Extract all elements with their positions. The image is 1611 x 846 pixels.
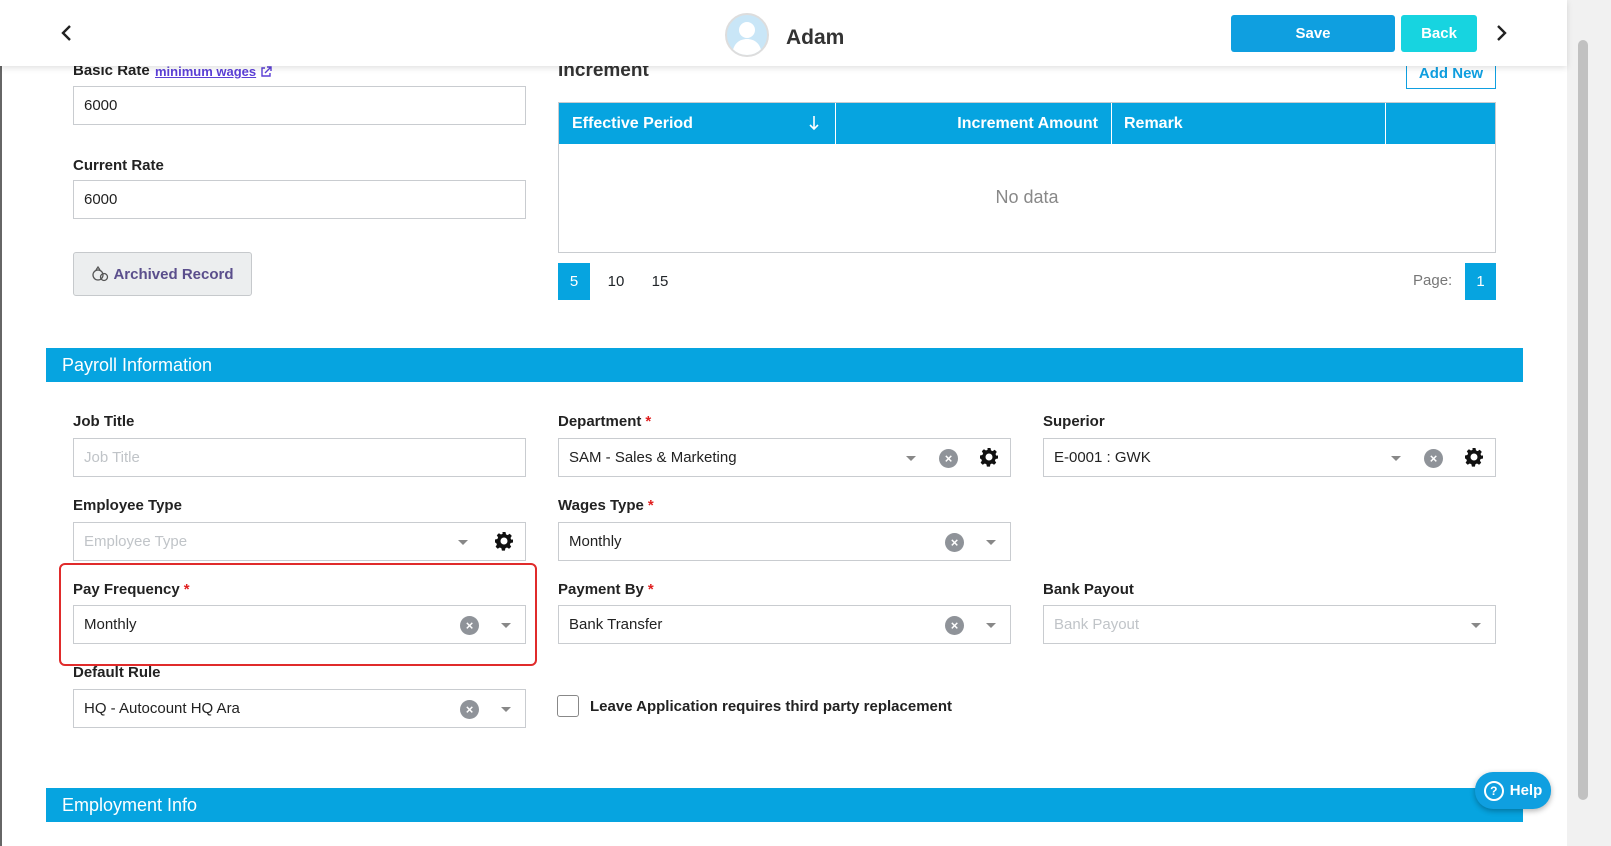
job-title-placeholder: Job Title <box>84 449 140 466</box>
superior-label: Superior <box>1043 413 1105 430</box>
scrollbar-thumb[interactable] <box>1578 40 1588 800</box>
archived-record-label: Archived Record <box>113 265 234 283</box>
current-rate-input[interactable]: 6000 <box>73 180 526 219</box>
payment-by-value: Bank Transfer <box>569 616 663 633</box>
bank-payout-placeholder: Bank Payout <box>1054 616 1140 633</box>
default-rule-select[interactable]: HQ - Autocount HQ Ara × <box>73 689 526 728</box>
archive-icon <box>92 265 109 282</box>
increment-table: Effective Period Increment Amount Remark… <box>558 102 1496 253</box>
user-name: Adam <box>786 26 845 49</box>
employee-type-select[interactable]: Employee Type <box>73 522 526 561</box>
chevron-down-icon[interactable] <box>1391 456 1401 461</box>
wages-type-label-text: Wages Type <box>558 497 644 514</box>
chevron-down-icon[interactable] <box>501 707 511 712</box>
chevron-down-icon[interactable] <box>986 623 996 628</box>
question-icon: ? <box>1483 780 1504 801</box>
chevron-down-icon[interactable] <box>1471 623 1481 628</box>
basic-rate-value: 6000 <box>84 97 118 114</box>
leave-replacement-checkbox[interactable] <box>557 695 579 717</box>
job-title-input[interactable]: Job Title <box>73 438 526 477</box>
column-remark[interactable]: Remark <box>1112 103 1386 144</box>
payment-by-label: Payment By * <box>558 581 654 598</box>
leave-replacement-option[interactable]: Leave Application requires third party r… <box>557 695 952 717</box>
column-remark-label: Remark <box>1124 114 1183 132</box>
gear-icon[interactable] <box>494 531 514 551</box>
bank-payout-label: Bank Payout <box>1043 581 1134 598</box>
payroll-information-header: Payroll Information <box>46 348 1523 382</box>
chevron-right-icon[interactable] <box>1487 19 1515 47</box>
table-header: Effective Period Increment Amount Remark <box>559 103 1495 144</box>
page-number-1[interactable]: 1 <box>1465 263 1496 300</box>
chevron-left-icon[interactable] <box>53 19 81 47</box>
column-effective-period-label: Effective Period <box>572 114 693 132</box>
wages-type-label: Wages Type * <box>558 497 654 514</box>
gear-icon[interactable] <box>979 447 999 467</box>
column-effective-period[interactable]: Effective Period <box>559 103 836 144</box>
required-mark: * <box>647 581 654 598</box>
archived-record-button[interactable]: Archived Record <box>73 252 252 296</box>
top-bar: Adam Save Back <box>0 0 1567 66</box>
avatar <box>725 13 769 57</box>
sort-arrow-down-icon[interactable] <box>809 115 819 131</box>
default-rule-value: HQ - Autocount HQ Ara <box>84 700 240 717</box>
save-button[interactable]: Save <box>1231 15 1395 52</box>
wages-type-select[interactable]: Monthly × <box>558 522 1011 561</box>
employee-type-placeholder: Employee Type <box>84 533 188 550</box>
department-value: SAM - Sales & Marketing <box>569 449 737 466</box>
superior-value: E-0001 : GWK <box>1054 449 1151 466</box>
current-rate-label: Current Rate <box>73 157 164 174</box>
clear-icon[interactable]: × <box>1424 449 1443 468</box>
department-select[interactable]: SAM - Sales & Marketing × <box>558 438 1011 477</box>
minimum-wages-text[interactable]: minimum wages <box>155 64 256 79</box>
page-size-10[interactable]: 10 <box>600 263 632 300</box>
bank-payout-select[interactable]: Bank Payout <box>1043 605 1496 644</box>
column-increment-amount-label: Increment Amount <box>957 114 1098 132</box>
highlight-box <box>59 563 537 666</box>
required-mark: * <box>645 413 652 430</box>
external-link-icon <box>261 65 272 77</box>
back-button[interactable]: Back <box>1401 15 1477 52</box>
employee-type-label: Employee Type <box>73 497 182 514</box>
page-label: Page: <box>1413 272 1453 289</box>
basic-rate-input[interactable]: 6000 <box>73 86 526 125</box>
payment-by-select[interactable]: Bank Transfer × <box>558 605 1011 644</box>
column-increment-amount[interactable]: Increment Amount <box>836 103 1112 144</box>
clear-icon[interactable]: × <box>939 449 958 468</box>
scrollbar-track[interactable] <box>1567 0 1611 846</box>
column-actions <box>1386 103 1495 144</box>
help-label: Help <box>1509 782 1543 799</box>
minimum-wages-link[interactable]: minimum wages <box>155 64 272 79</box>
wages-type-value: Monthly <box>569 533 622 550</box>
leave-replacement-label: Leave Application requires third party r… <box>590 697 953 715</box>
help-button[interactable]: ? Help <box>1475 772 1551 809</box>
chevron-down-icon[interactable] <box>906 456 916 461</box>
page-size-15[interactable]: 15 <box>644 263 676 300</box>
payment-by-label-text: Payment By <box>558 581 644 598</box>
job-title-label: Job Title <box>73 413 135 430</box>
employment-info-title: Employment Info <box>62 794 198 815</box>
current-rate-value: 6000 <box>84 191 118 208</box>
clear-icon[interactable]: × <box>945 616 964 635</box>
clear-icon[interactable]: × <box>460 700 479 719</box>
superior-select[interactable]: E-0001 : GWK × <box>1043 438 1496 477</box>
department-label-text: Department <box>558 413 642 430</box>
payroll-information-title: Payroll Information <box>62 354 213 375</box>
page-size-5[interactable]: 5 <box>558 263 590 300</box>
chevron-down-icon[interactable] <box>458 540 468 545</box>
department-label: Department * <box>558 413 651 430</box>
default-rule-label: Default Rule <box>73 664 161 681</box>
no-data-text: No data <box>995 187 1059 207</box>
clear-icon[interactable]: × <box>945 533 964 552</box>
required-mark: * <box>647 497 654 514</box>
employment-info-header: Employment Info <box>46 788 1523 822</box>
gear-icon[interactable] <box>1464 447 1484 467</box>
chevron-down-icon[interactable] <box>986 540 996 545</box>
